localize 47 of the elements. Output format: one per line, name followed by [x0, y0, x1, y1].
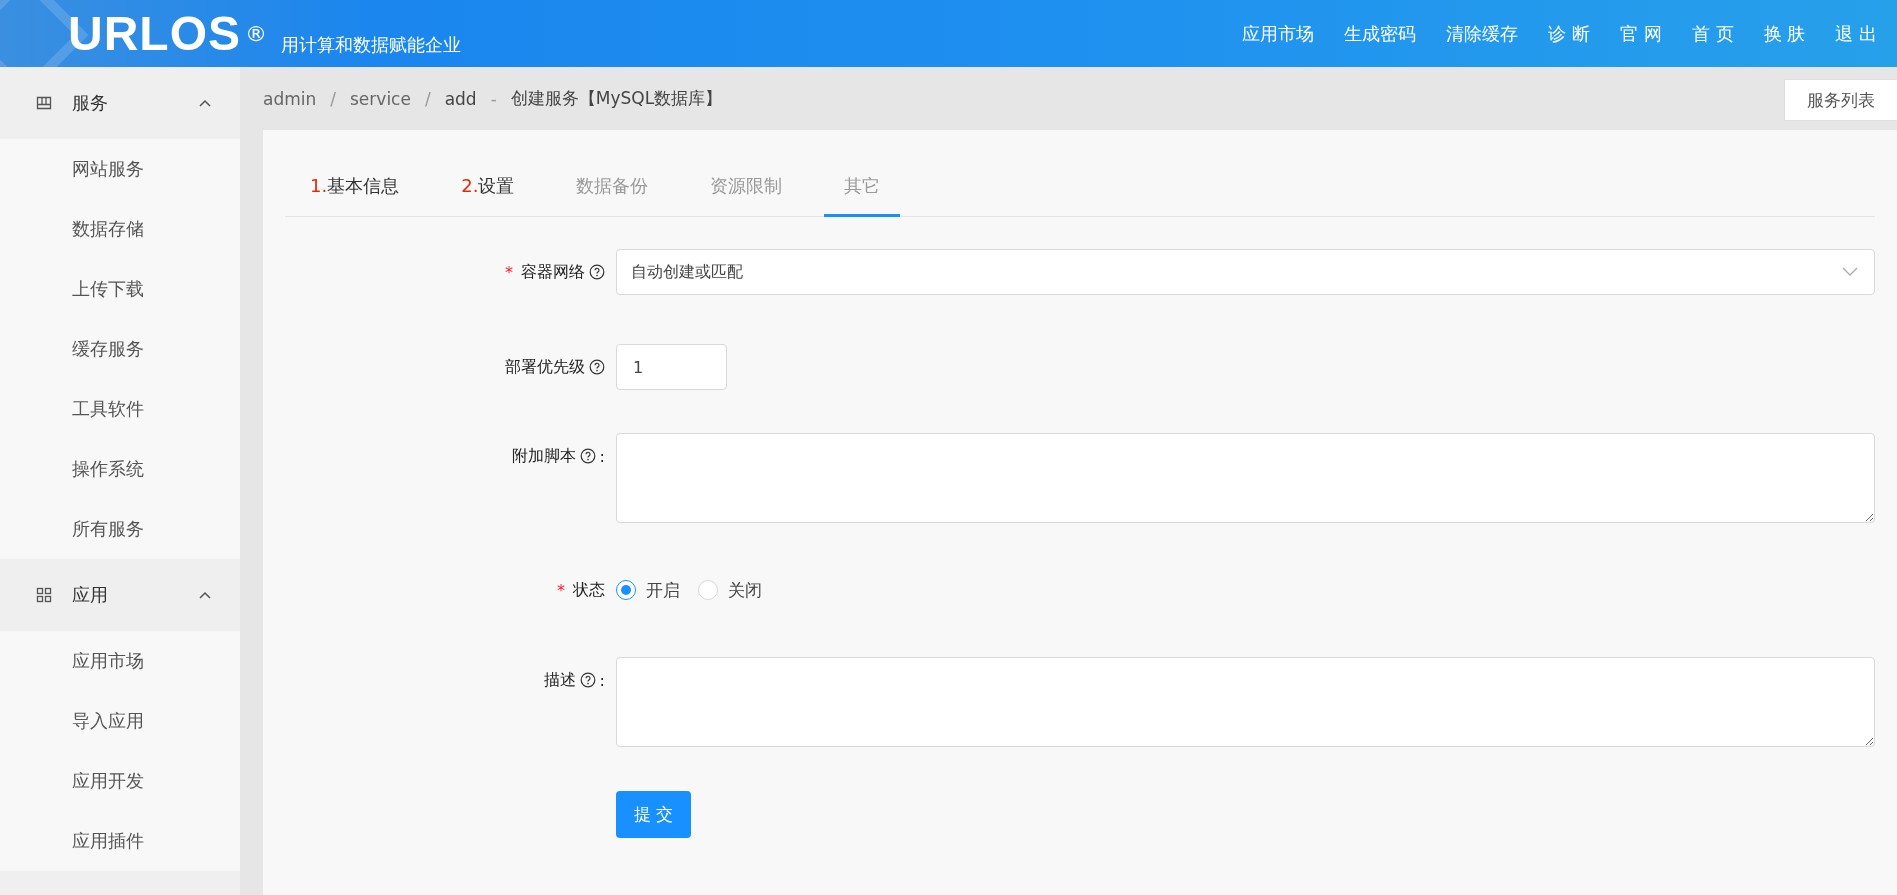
menu-item[interactable]: 导入应用	[0, 691, 240, 751]
registered-mark: ®	[245, 22, 267, 45]
menu-item[interactable]: 操作系统	[0, 439, 240, 499]
required-mark: *	[557, 580, 565, 600]
help-icon[interactable]	[589, 264, 605, 280]
tagline: 用计算和数据赋能企业	[281, 32, 461, 57]
radio-option[interactable]: 开启	[616, 578, 680, 602]
help-icon[interactable]	[579, 448, 596, 464]
radio-button[interactable]	[616, 580, 636, 600]
breadcrumb-item[interactable]: service	[350, 88, 411, 109]
menu-item[interactable]: 应用插件	[0, 811, 240, 871]
menu-item[interactable]: 数据存储	[0, 199, 240, 259]
tab[interactable]: 1.基本信息	[290, 160, 420, 217]
breadcrumb-item[interactable]: admin	[263, 88, 317, 109]
tab[interactable]: 2.设置	[441, 160, 535, 217]
menu-item[interactable]: 应用市场	[0, 631, 240, 691]
menu-item[interactable]: 缓存服务	[0, 319, 240, 379]
field-label: 状态	[573, 579, 605, 601]
chevron-icon	[198, 590, 212, 600]
breadcrumb-separator: /	[330, 88, 336, 109]
menu-item[interactable]: 所有服务	[0, 499, 240, 559]
menu-item[interactable]: 上传下载	[0, 259, 240, 319]
label-colon: :	[599, 446, 605, 466]
field-label: 容器网络	[521, 261, 585, 283]
radio-option[interactable]: 关闭	[698, 578, 762, 602]
menu-item[interactable]: 应用开发	[0, 751, 240, 811]
help-icon[interactable]	[579, 672, 596, 688]
field-label: 部署优先级	[505, 356, 585, 378]
required-mark: *	[505, 262, 513, 282]
page-title: 创建服务【MySQL数据库】	[510, 87, 723, 110]
breadcrumb-item: add	[444, 88, 477, 109]
label-colon: :	[599, 670, 605, 690]
menu-item[interactable]: 工具软件	[0, 379, 240, 439]
panel-icon	[36, 95, 52, 111]
grid-icon	[36, 587, 52, 603]
logo-text: URLOS	[68, 9, 241, 58]
input-field[interactable]: 1	[616, 344, 727, 390]
breadcrumb-separator: /	[424, 88, 431, 109]
menu-item[interactable]: 网站服务	[0, 139, 240, 199]
help-icon[interactable]	[589, 359, 605, 375]
title-separator: -	[490, 88, 497, 109]
chevron-icon	[198, 98, 212, 108]
field-label: 附加脚本	[511, 445, 576, 467]
service-list-button[interactable]: 服务列表	[1784, 79, 1897, 121]
chevron-icon	[1842, 267, 1858, 277]
network-select[interactable]: 自动创建或匹配	[616, 249, 1875, 295]
field-label: 描述	[543, 669, 576, 691]
